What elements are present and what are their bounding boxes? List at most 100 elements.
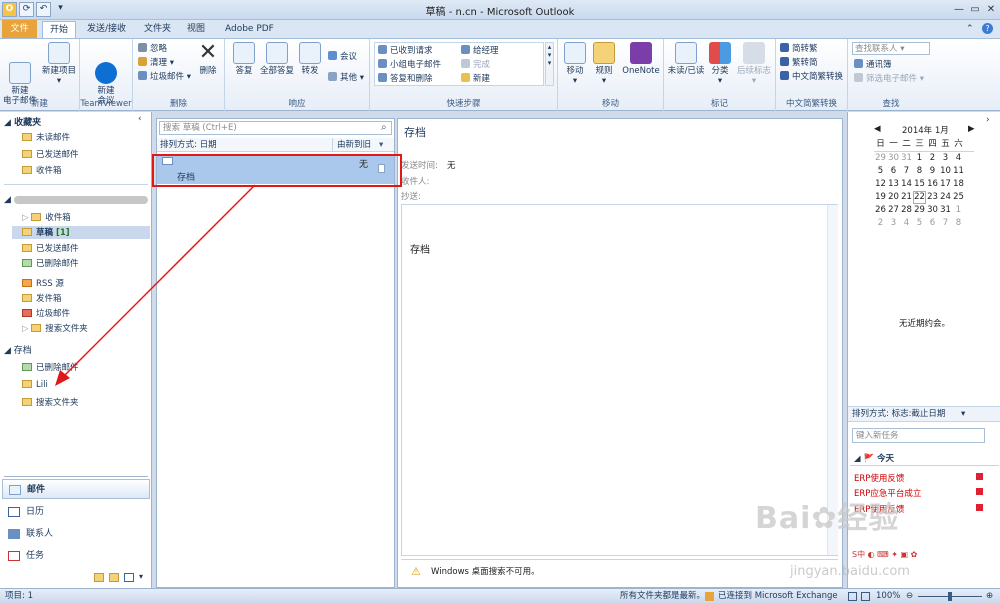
nav-contacts-button[interactable]: 联系人 [2, 524, 150, 544]
nav-tasks-button[interactable]: 任务 [2, 546, 150, 566]
configure-buttons-icon[interactable]: ▾ [139, 572, 143, 581]
cal-day[interactable]: 2 [926, 152, 939, 165]
cal-day[interactable]: 3 [939, 152, 952, 165]
junk-button[interactable]: 垃圾邮件 ▾ [138, 71, 191, 83]
quickstep-new[interactable]: 新建 [461, 73, 490, 85]
cal-day[interactable]: 4 [952, 152, 965, 165]
cal-day[interactable]: 5 [913, 217, 926, 230]
cal-day[interactable]: 1 [952, 204, 965, 217]
cal-day[interactable]: 3 [887, 217, 900, 230]
nav-archive-search-folders[interactable]: 搜索文件夹 [22, 396, 79, 409]
cal-day[interactable]: 5 [874, 165, 887, 178]
quickstep-received[interactable]: 已收到请求 [378, 45, 433, 57]
task-flag-icon[interactable] [976, 488, 983, 495]
nav-junk[interactable]: 垃圾邮件 [22, 307, 70, 320]
nav-fav-sent[interactable]: 已发送邮件 [22, 148, 79, 161]
delete-button[interactable]: ✕ 删除 [193, 42, 223, 77]
sort-by-button[interactable]: 排列方式: 日期 [160, 138, 217, 152]
onenote-button[interactable]: OneNote [620, 42, 662, 76]
chinese-convert-button[interactable]: 中文简繁转换 [780, 71, 843, 83]
cal-day[interactable]: 8 [952, 217, 965, 230]
folder-list-icon[interactable] [109, 573, 119, 582]
new-items-button[interactable]: 新建项目 ▾ [40, 42, 78, 86]
cal-day[interactable]: 11 [952, 165, 965, 178]
quickstep-team-email[interactable]: 小组电子邮件 [378, 59, 441, 71]
cal-day[interactable]: 22 [913, 191, 926, 204]
cal-day[interactable]: 28 [900, 204, 913, 217]
sort-order-button[interactable]: 由新到旧 [332, 138, 371, 152]
cal-day[interactable]: 17 [939, 178, 952, 191]
task-item[interactable]: ERP使用反馈 [854, 472, 904, 485]
cal-day[interactable]: 7 [939, 217, 952, 230]
cal-day[interactable]: 14 [900, 178, 913, 191]
nav-archive-lili[interactable]: Lili [22, 380, 48, 393]
nav-archive-deleted[interactable]: 已删除邮件 [22, 361, 79, 374]
nav-fav-unread[interactable]: 未读邮件 [22, 131, 70, 144]
nav-deleted[interactable]: 已删除邮件 [22, 257, 79, 270]
zoom-out-icon[interactable]: ⊖ [906, 589, 913, 603]
filter-email-button[interactable]: 筛选电子邮件 ▾ [854, 73, 924, 85]
cal-day[interactable]: 20 [887, 191, 900, 204]
tab-home[interactable]: 开始 [42, 21, 77, 39]
cal-day[interactable]: 24 [939, 191, 952, 204]
cal-day[interactable]: 8 [913, 165, 926, 178]
cal-day[interactable]: 19 [874, 191, 887, 204]
categorize-button[interactable]: 分类 ▾ [707, 42, 733, 86]
cal-day[interactable]: 18 [952, 178, 965, 191]
more-respond-button[interactable]: 其他 ▾ [328, 72, 364, 84]
meeting-button[interactable]: 会议 [328, 51, 357, 63]
reply-button[interactable]: 答复 [229, 42, 259, 76]
trad-to-simp-button[interactable]: 繁转简 [780, 57, 818, 69]
nav-outbox[interactable]: 发件箱 [22, 292, 62, 305]
zoom-slider-thumb[interactable] [948, 592, 952, 601]
rules-button[interactable]: 规则 ▾ [590, 42, 618, 86]
unread-read-button[interactable]: 未读/已读 [666, 42, 706, 76]
quickstep-reply-delete[interactable]: 答复和删除 [378, 73, 433, 85]
task-flag-icon[interactable] [976, 473, 983, 480]
nav-inbox[interactable]: ▷ 收件箱 [22, 211, 71, 224]
cal-day[interactable]: 10 [939, 165, 952, 178]
clean-button[interactable]: 清理 ▾ [138, 57, 174, 69]
forward-button[interactable]: 转发 [297, 42, 323, 76]
normal-view-icon[interactable] [848, 592, 857, 601]
search-contacts-input[interactable]: 查找联系人 ▾ [852, 42, 930, 55]
cal-day[interactable]: 15 [913, 178, 926, 191]
cal-day[interactable]: 27 [887, 204, 900, 217]
cal-day[interactable]: 12 [874, 178, 887, 191]
cal-next-icon[interactable]: ▶ [968, 124, 975, 134]
ignore-button[interactable]: 忽略 [138, 43, 167, 55]
tab-folder[interactable]: 文件夹 [137, 21, 178, 39]
cal-day[interactable]: 6 [887, 165, 900, 178]
account-expand-icon[interactable]: ◢ [4, 195, 11, 205]
nav-sent[interactable]: 已发送邮件 [22, 242, 79, 255]
ribbon-collapse-icon[interactable]: ⌃ [966, 24, 974, 34]
reading-view-icon[interactable] [861, 592, 870, 601]
quick-steps-scroll[interactable]: ▴ ▾ ▾ [545, 42, 554, 86]
cal-day[interactable]: 1 [913, 152, 926, 165]
nav-collapse-icon[interactable]: ‹ [138, 114, 142, 124]
notes-icon[interactable] [94, 573, 104, 582]
tab-view[interactable]: 视图 [180, 21, 212, 39]
address-book-button[interactable]: 通讯簿 [854, 59, 892, 71]
cal-day[interactable]: 29 [913, 204, 926, 217]
cal-day[interactable]: 4 [900, 217, 913, 230]
tab-adobe-pdf[interactable]: Adobe PDF [218, 21, 281, 39]
cal-day[interactable]: 30 [887, 152, 900, 165]
nav-search-folders[interactable]: ▷ 搜索文件夹 [22, 322, 88, 335]
cal-day[interactable]: 21 [900, 191, 913, 204]
cal-day[interactable]: 29 [874, 152, 887, 165]
today-group[interactable]: ◢ 🚩 今天 [854, 452, 894, 464]
nav-drafts[interactable]: 草稿 [1] [12, 226, 150, 239]
cal-day[interactable]: 31 [939, 204, 952, 217]
simp-to-trad-button[interactable]: 简转繁 [780, 43, 818, 55]
task-sort-header[interactable]: 排列方式: 标志:截止日期 ▾ [848, 406, 1000, 422]
cal-day[interactable]: 16 [926, 178, 939, 191]
minimize-icon[interactable]: — [952, 3, 966, 16]
sort-dropdown-icon[interactable]: ▾ [379, 138, 383, 152]
quickstep-to-manager[interactable]: 给经理 [461, 45, 499, 57]
tab-send-receive[interactable]: 发送/接收 [80, 21, 133, 39]
move-button[interactable]: 移动 ▾ [561, 42, 589, 86]
tab-file[interactable]: 文件 [2, 20, 37, 38]
cal-day[interactable]: 23 [926, 191, 939, 204]
zoom-in-icon[interactable]: ⊕ [986, 589, 993, 603]
